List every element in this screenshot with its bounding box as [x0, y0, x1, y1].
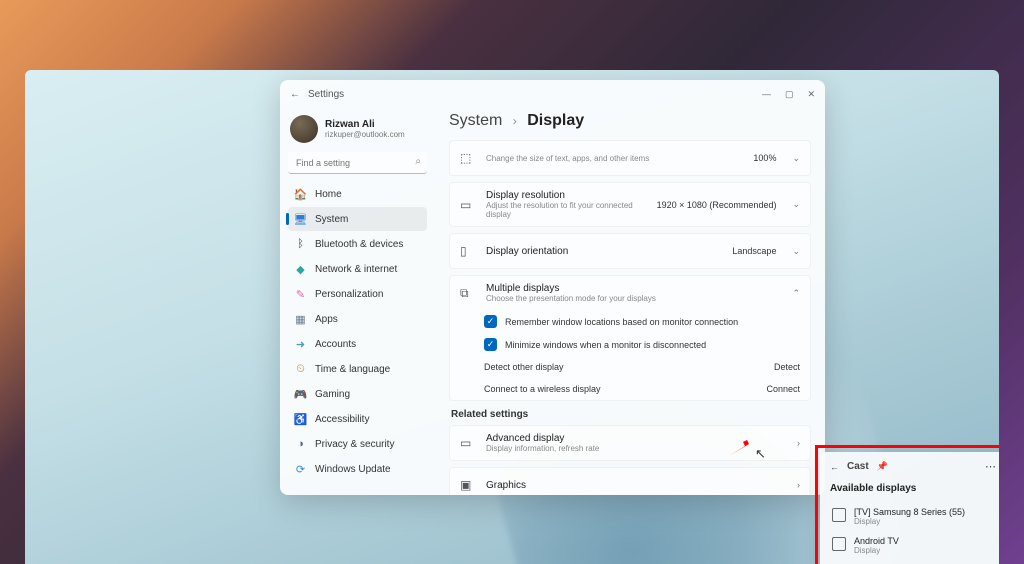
nav-label: Network & internet [315, 264, 397, 275]
nav-icon: ✎ [294, 288, 307, 301]
multiple-displays-header[interactable]: ⧉ Multiple displays Choose the presentat… [450, 276, 810, 310]
chevron-down-icon: ⌄ [792, 246, 800, 257]
display-icon [832, 508, 846, 522]
connect-button[interactable]: Connect [766, 384, 800, 394]
related-settings-heading: Related settings [451, 409, 811, 420]
minimize-on-disconnect-checkbox[interactable]: ✓ Minimize windows when a monitor is dis… [450, 333, 810, 356]
remember-locations-checkbox[interactable]: ✓ Remember window locations based on mon… [450, 310, 810, 333]
nav-icon: ᛒ [294, 238, 307, 251]
checkbox-checked-icon: ✓ [484, 338, 497, 351]
nav-label: Windows Update [315, 464, 391, 475]
chevron-right-icon: › [797, 438, 800, 448]
sidebar: Rizwan Ali rizkuper@outlook.com ⌕ 🏠 Home 🖥… [280, 108, 435, 495]
nav-label: Apps [315, 314, 338, 325]
avatar [290, 115, 318, 143]
sidebar-item-windows-update[interactable]: ⟳ Windows Update [288, 457, 427, 481]
more-icon[interactable]: ⋯ [985, 460, 996, 473]
nav-icon: 🎮 [294, 388, 307, 401]
chevron-down-icon: ⌄ [792, 153, 800, 164]
cast-title: Cast [847, 461, 869, 472]
display-icon [832, 537, 846, 551]
search-input[interactable] [288, 152, 427, 174]
nav-icon: ◆ [294, 263, 307, 276]
close-button[interactable]: ✕ [807, 89, 815, 100]
chevron-right-icon: › [513, 114, 517, 128]
nav-icon: ⏲ [294, 363, 307, 376]
nav-icon: ♿ [294, 413, 307, 426]
detect-display-row: Detect other display Detect [450, 356, 810, 378]
sidebar-item-privacy-security[interactable]: ◑ Privacy & security [288, 432, 427, 456]
breadcrumb-current: Display [527, 112, 584, 129]
chevron-up-icon: ⌃ [792, 288, 800, 299]
search-icon: ⌕ [415, 156, 421, 167]
sidebar-item-system[interactable]: 🖥 System [288, 207, 427, 231]
nav-label: Bluetooth & devices [315, 239, 403, 250]
pin-icon[interactable]: 📌 [877, 461, 888, 472]
sidebar-item-bluetooth-devices[interactable]: ᛒ Bluetooth & devices [288, 232, 427, 256]
sidebar-item-apps[interactable]: ▦ Apps [288, 307, 427, 331]
orientation-row[interactable]: ▯ Display orientation Landscape ⌄ [449, 233, 811, 269]
graphics-icon: ▣ [460, 478, 476, 492]
minimize-button[interactable]: — [762, 89, 771, 100]
nav-label: System [315, 214, 348, 225]
multiple-displays-card: ⧉ Multiple displays Choose the presentat… [449, 275, 811, 401]
sidebar-item-accessibility[interactable]: ♿ Accessibility [288, 407, 427, 431]
nav-icon: 🏠 [294, 188, 307, 201]
window-title: Settings [308, 89, 344, 100]
nav-label: Gaming [315, 389, 350, 400]
cast-back-button[interactable]: ← [830, 462, 839, 472]
titlebar: ← Settings — ▢ ✕ [280, 80, 825, 108]
checkbox-checked-icon: ✓ [484, 315, 497, 328]
user-block[interactable]: Rizwan Ali rizkuper@outlook.com [288, 112, 427, 152]
chevron-right-icon: › [797, 480, 800, 490]
cast-flyout: ← Cast 📌 ⋯ Available displays [TV] Samsu… [820, 452, 999, 564]
breadcrumb-parent[interactable]: System [449, 112, 502, 129]
connect-wireless-row: Connect to a wireless display Connect [450, 378, 810, 400]
orientation-icon: ▯ [460, 244, 476, 258]
back-button[interactable]: ← [290, 89, 300, 100]
nav-label: Accessibility [315, 414, 369, 425]
cast-device-samsung[interactable]: [TV] Samsung 8 Series (55) Display [830, 502, 996, 531]
sidebar-item-personalization[interactable]: ✎ Personalization [288, 282, 427, 306]
advanced-display-icon: ▭ [460, 436, 476, 450]
graphics-row[interactable]: ▣ Graphics › [449, 467, 811, 495]
available-displays-heading: Available displays [830, 483, 996, 494]
user-email: rizkuper@outlook.com [325, 130, 405, 139]
nav-label: Home [315, 189, 342, 200]
detect-button[interactable]: Detect [774, 362, 800, 372]
maximize-button[interactable]: ▢ [785, 89, 794, 100]
resolution-icon: ▭ [460, 198, 476, 212]
sidebar-item-accounts[interactable]: ➜ Accounts [288, 332, 427, 356]
cursor-icon: ↖ [755, 446, 766, 462]
sidebar-item-gaming[interactable]: 🎮 Gaming [288, 382, 427, 406]
nav-icon: ⟳ [294, 463, 307, 476]
nav-label: Personalization [315, 289, 383, 300]
nav-label: Accounts [315, 339, 356, 350]
user-name: Rizwan Ali [325, 119, 405, 130]
sidebar-item-network-internet[interactable]: ◆ Network & internet [288, 257, 427, 281]
chevron-down-icon: ⌄ [792, 199, 800, 210]
nav-label: Privacy & security [315, 439, 394, 450]
nav-icon: ◑ [294, 438, 307, 451]
nav-icon: 🖥 [294, 213, 307, 226]
resolution-row[interactable]: ▭ Display resolution Adjust the resoluti… [449, 182, 811, 227]
cast-device-androidtv[interactable]: Android TV Display [830, 531, 996, 560]
breadcrumb: System › Display [449, 112, 811, 130]
content: System › Display ⬚ Change the size of te… [435, 108, 825, 495]
nav: 🏠 Home 🖥 System ᛒ Bluetooth & devices ◆ Network… [288, 182, 427, 481]
sidebar-item-time-language[interactable]: ⏲ Time & language [288, 357, 427, 381]
nav-label: Time & language [315, 364, 390, 375]
scale-icon: ⬚ [460, 151, 476, 165]
sidebar-item-home[interactable]: 🏠 Home [288, 182, 427, 206]
nav-icon: ▦ [294, 313, 307, 326]
scale-row[interactable]: ⬚ Change the size of text, apps, and oth… [449, 140, 811, 176]
nav-icon: ➜ [294, 338, 307, 351]
displays-icon: ⧉ [460, 286, 476, 301]
